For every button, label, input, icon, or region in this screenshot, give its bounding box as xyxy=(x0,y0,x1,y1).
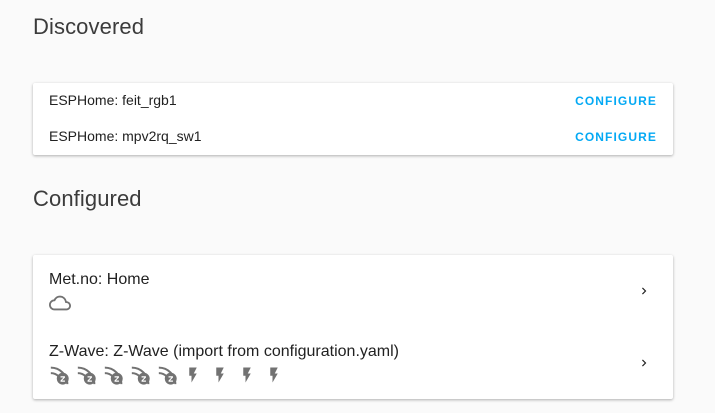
zwave-icon xyxy=(50,366,69,385)
discovered-item-name: ESPHome: mpv2rq_sw1 xyxy=(49,128,202,144)
entity-icons xyxy=(49,292,76,314)
zwave-icon xyxy=(158,366,177,385)
configure-button[interactable]: CONFIGURE xyxy=(575,130,657,144)
flash-icon xyxy=(270,367,278,383)
integration-item-zwave[interactable]: Z-Wave: Z-Wave (import from configuratio… xyxy=(33,327,673,399)
flash-icon xyxy=(216,367,224,383)
configured-card: Met.no: Home Z-Wave: Z-Wave (import from… xyxy=(33,255,673,399)
entity-icons xyxy=(49,364,292,386)
integration-item-met-no[interactable]: Met.no: Home xyxy=(33,255,673,327)
discovered-item: ESPHome: mpv2rq_sw1 CONFIGURE xyxy=(33,119,673,155)
chevron-right-icon xyxy=(642,287,647,295)
chevron-right-icon xyxy=(642,359,647,367)
flash-icon xyxy=(189,367,197,383)
integrations-page: Discovered ESPHome: feit_rgb1 CONFIGURE … xyxy=(0,0,715,413)
cloud-icon xyxy=(49,295,71,311)
discovered-title: Discovered xyxy=(33,14,145,39)
discovered-card: ESPHome: feit_rgb1 CONFIGURE ESPHome: mp… xyxy=(33,83,673,155)
configured-title: Configured xyxy=(33,186,142,211)
zwave-icon xyxy=(77,366,96,385)
integration-name: Z-Wave: Z-Wave (import from configuratio… xyxy=(49,343,399,360)
configure-button[interactable]: CONFIGURE xyxy=(575,94,657,108)
integration-name: Met.no: Home xyxy=(49,271,150,288)
discovered-item-name: ESPHome: feit_rgb1 xyxy=(49,92,177,108)
zwave-icon xyxy=(131,366,150,385)
zwave-icon xyxy=(104,366,123,385)
flash-icon xyxy=(243,367,251,383)
discovered-item: ESPHome: feit_rgb1 CONFIGURE xyxy=(33,83,673,119)
